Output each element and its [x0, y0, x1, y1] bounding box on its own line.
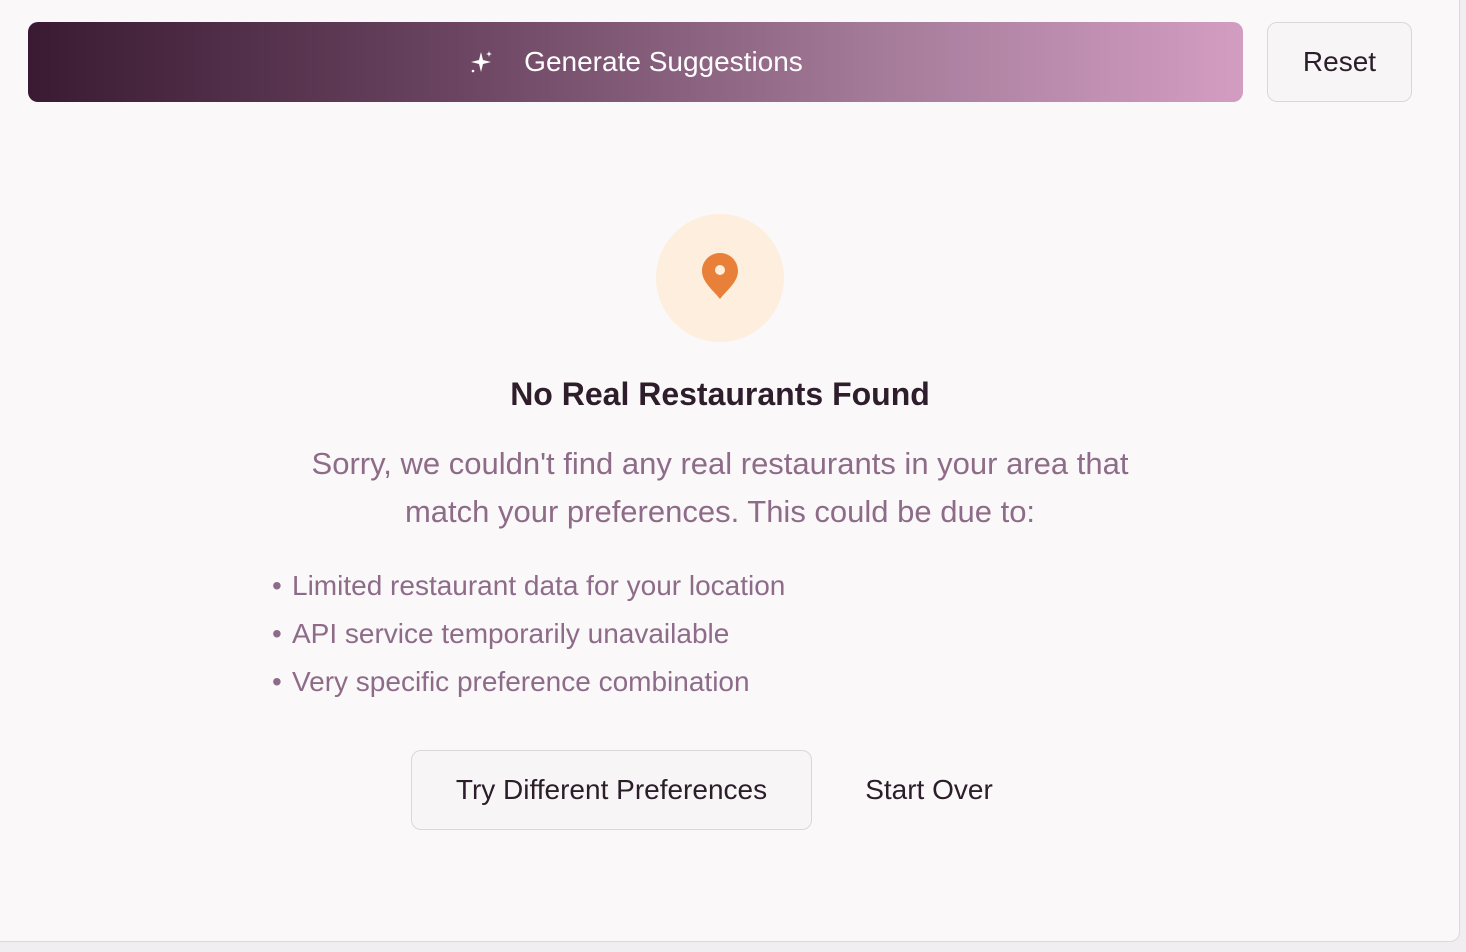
results-panel: Generate Suggestions Reset No Real Resta… [0, 0, 1460, 942]
start-over-button[interactable]: Start Over [836, 750, 1022, 830]
list-item: • Limited restaurant data for your locati… [272, 562, 785, 610]
generate-suggestions-label: Generate Suggestions [524, 46, 803, 77]
list-item: • Very specific preference combination [272, 658, 785, 706]
reset-button[interactable]: Reset [1267, 22, 1412, 102]
map-pin-badge [656, 214, 784, 342]
bullet: • [272, 666, 282, 697]
bullet: • [272, 618, 282, 649]
try-different-preferences-button[interactable]: Try Different Preferences [411, 750, 812, 830]
reason-text: Very specific preference combination [292, 666, 750, 697]
empty-state-message: Sorry, we couldn't find any real restaur… [311, 446, 1129, 529]
reason-text: API service temporarily unavailable [292, 618, 730, 649]
reason-text: Limited restaurant data for your locatio… [292, 570, 786, 601]
empty-state-title: No Real Restaurants Found [510, 376, 930, 412]
sparkles-icon [468, 49, 494, 75]
map-pin-icon [700, 251, 740, 306]
bullet: • [272, 570, 282, 601]
list-item: • API service temporarily unavailable [272, 610, 785, 658]
generate-suggestions-button[interactable]: Generate Suggestions [28, 22, 1243, 102]
reasons-list: • Limited restaurant data for your locati… [272, 562, 785, 706]
